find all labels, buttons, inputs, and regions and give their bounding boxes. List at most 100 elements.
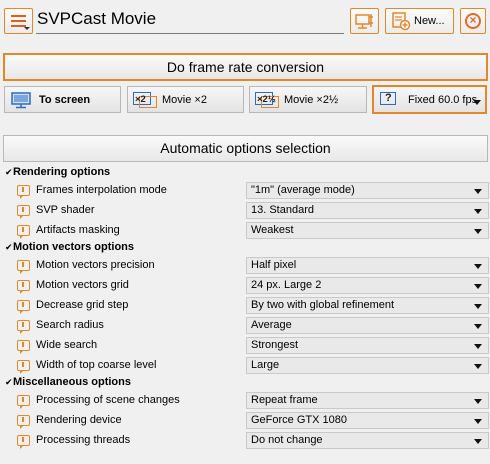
option-label: Motion vectors precision bbox=[3, 255, 246, 275]
chevron-down-icon bbox=[474, 229, 482, 234]
option-value-text: Weakest bbox=[251, 224, 294, 236]
info-bubble-icon[interactable] bbox=[17, 204, 30, 219]
option-value-select[interactable]: 24 px. Large 2 bbox=[246, 277, 489, 294]
option-row: Rendering device GeForce GTX 1080 bbox=[3, 410, 489, 430]
section-title: Motion vectors options bbox=[13, 241, 134, 253]
profile-name-field[interactable]: SVPCast Movie bbox=[36, 7, 344, 34]
mode-movie-x2-5-label: Movie ×2½ bbox=[284, 93, 339, 106]
option-value-text: By two with global refinement bbox=[251, 299, 395, 311]
option-label: Frames interpolation mode bbox=[3, 180, 246, 200]
option-value-select[interactable]: "1m" (average mode) bbox=[246, 182, 489, 199]
option-value-text: 13. Standard bbox=[251, 204, 314, 216]
option-label-text: Frames interpolation mode bbox=[36, 184, 167, 196]
option-label-text: Processing threads bbox=[36, 434, 131, 446]
chevron-down-icon bbox=[474, 399, 482, 404]
option-value-select[interactable]: GeForce GTX 1080 bbox=[246, 412, 489, 429]
option-label: Search radius bbox=[3, 315, 246, 335]
chevron-down-icon bbox=[474, 419, 482, 424]
option-value-select[interactable]: Strongest bbox=[246, 337, 489, 354]
option-value-select[interactable]: Large bbox=[246, 357, 489, 374]
option-row: Processing threads Do not change bbox=[3, 430, 489, 450]
info-bubble-icon[interactable] bbox=[17, 184, 30, 199]
hamburger-icon bbox=[11, 15, 26, 17]
info-bubble-icon[interactable] bbox=[17, 259, 30, 274]
fixed-fps-icon-text: ? bbox=[385, 91, 392, 104]
movie-x2-icon: ×2 bbox=[132, 91, 158, 109]
option-value-text: Strongest bbox=[251, 339, 299, 351]
option-value-text: 24 px. Large 2 bbox=[251, 279, 322, 291]
section-header[interactable]: ✔Miscellaneous options bbox=[3, 375, 489, 390]
option-label: SVP shader bbox=[3, 200, 246, 220]
info-bubble-icon[interactable] bbox=[17, 224, 30, 239]
option-row: Search radius Average bbox=[3, 315, 489, 335]
frame-rate-conversion-button[interactable]: Do frame rate conversion bbox=[3, 53, 488, 81]
info-bubble-icon[interactable] bbox=[17, 414, 30, 429]
option-value-text: Repeat frame bbox=[251, 394, 318, 406]
section-header[interactable]: ✔Motion vectors options bbox=[3, 240, 489, 255]
option-label: Processing threads bbox=[3, 430, 246, 450]
fixed-fps-icon: ? bbox=[378, 91, 404, 109]
option-value-select[interactable]: By two with global refinement bbox=[246, 297, 489, 314]
option-row: Wide search Strongest bbox=[3, 335, 489, 355]
option-label: Wide search bbox=[3, 335, 246, 355]
info-bubble-icon[interactable] bbox=[17, 434, 30, 449]
info-bubble-mark bbox=[22, 321, 24, 327]
option-label-text: Motion vectors grid bbox=[36, 279, 129, 291]
mode-movie-x2-button[interactable]: ×2 Movie ×2 bbox=[127, 86, 244, 113]
mode-to-screen-button[interactable]: To screen bbox=[4, 86, 121, 113]
automatic-options-button[interactable]: Automatic options selection bbox=[3, 135, 488, 162]
monitor-settings-button[interactable] bbox=[350, 8, 379, 34]
option-row: SVP shader 13. Standard bbox=[3, 200, 489, 220]
info-bubble-icon[interactable] bbox=[17, 394, 30, 409]
option-value-select[interactable]: 13. Standard bbox=[246, 202, 489, 219]
option-value-text: "1m" (average mode) bbox=[251, 184, 355, 196]
mode-fixed-fps-button[interactable]: ? Fixed 60.0 fps bbox=[372, 85, 487, 114]
chevron-down-icon bbox=[474, 209, 482, 214]
option-row: Artifacts masking Weakest bbox=[3, 220, 489, 240]
mode-fixed-fps-label: Fixed 60.0 fps bbox=[408, 93, 478, 106]
option-label: Rendering device bbox=[3, 410, 246, 430]
movie-x2-5-icon-text: ×2½ bbox=[257, 93, 276, 105]
top-bar: SVPCast Movie New... × bbox=[0, 0, 490, 44]
option-value-select[interactable]: Half pixel bbox=[246, 257, 489, 274]
info-bubble-icon[interactable] bbox=[17, 319, 30, 334]
chevron-down-icon bbox=[474, 439, 482, 444]
info-bubble-mark bbox=[22, 206, 24, 212]
new-profile-label: New... bbox=[414, 15, 445, 27]
option-label-text: SVP shader bbox=[36, 204, 95, 216]
section-header[interactable]: ✔Rendering options bbox=[3, 165, 489, 180]
option-label: Processing of scene changes bbox=[3, 390, 246, 410]
info-bubble-mark bbox=[22, 301, 24, 307]
info-bubble-icon[interactable] bbox=[17, 359, 30, 374]
chevron-down-icon bbox=[474, 344, 482, 349]
collapse-check-icon: ✔ bbox=[5, 167, 13, 177]
option-label-text: Processing of scene changes bbox=[36, 394, 180, 406]
info-bubble-icon[interactable] bbox=[17, 339, 30, 354]
option-value-select[interactable]: Do not change bbox=[246, 432, 489, 449]
info-bubble-mark bbox=[22, 361, 24, 367]
chevron-down-icon bbox=[474, 324, 482, 329]
option-value-text: Average bbox=[251, 319, 292, 331]
option-value-select[interactable]: Average bbox=[246, 317, 489, 334]
info-bubble-mark bbox=[22, 186, 24, 192]
main-menu-button[interactable] bbox=[4, 8, 33, 34]
option-label-text: Search radius bbox=[36, 319, 104, 331]
option-label-text: Wide search bbox=[36, 339, 98, 351]
info-bubble-icon[interactable] bbox=[17, 279, 30, 294]
info-bubble-icon[interactable] bbox=[17, 299, 30, 314]
close-icon: × bbox=[465, 13, 481, 29]
option-row: Motion vectors grid 24 px. Large 2 bbox=[3, 275, 489, 295]
option-label-text: Width of top coarse level bbox=[36, 359, 157, 371]
new-profile-button[interactable]: New... bbox=[385, 8, 454, 34]
info-bubble-mark bbox=[22, 416, 24, 422]
option-label: Artifacts masking bbox=[3, 220, 246, 240]
mode-movie-x2-5-button[interactable]: ×2½ Movie ×2½ bbox=[249, 86, 367, 113]
mode-to-screen-label: To screen bbox=[39, 93, 91, 106]
info-bubble-mark bbox=[22, 396, 24, 402]
option-label-text: Decrease grid step bbox=[36, 299, 129, 311]
option-value-select[interactable]: Weakest bbox=[246, 222, 489, 239]
option-value-select[interactable]: Repeat frame bbox=[246, 392, 489, 409]
close-button[interactable]: × bbox=[460, 8, 486, 34]
dropdown-arrow-icon bbox=[24, 27, 30, 30]
chevron-down-icon bbox=[474, 284, 482, 289]
